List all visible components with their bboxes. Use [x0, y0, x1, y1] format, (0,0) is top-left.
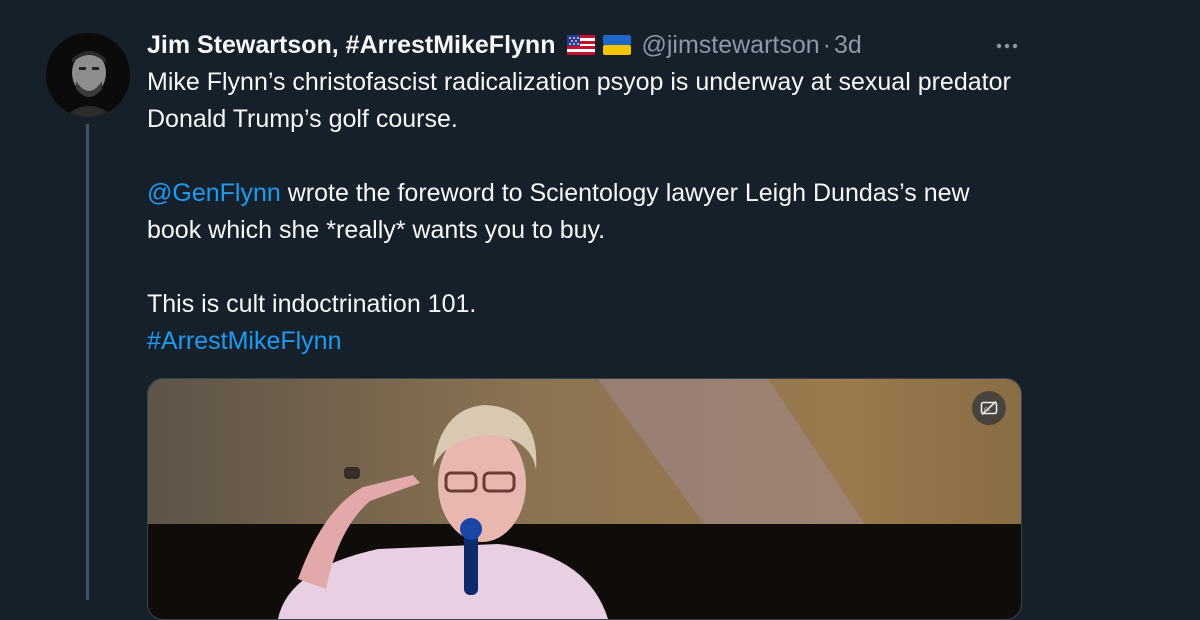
- avatar-image: [46, 33, 130, 117]
- author-handle[interactable]: @jimstewartson: [641, 28, 819, 62]
- closed-captions-off-icon: cc: [980, 400, 998, 416]
- captions-button[interactable]: cc: [972, 391, 1006, 425]
- us-flag-icon: [567, 35, 596, 55]
- author-name[interactable]: Jim Stewartson, #ArrestMikeFlynn: [147, 28, 555, 62]
- video-frame: [148, 379, 1021, 619]
- thread-line: [86, 124, 89, 600]
- author-flags: [567, 35, 632, 55]
- tweet-paragraph-3: This is cult indoctrination 101.: [147, 290, 477, 318]
- ukraine-flag-icon: [603, 35, 632, 55]
- tweet-paragraph-1: Mike Flynn’s christofascist radicalizati…: [147, 68, 1011, 133]
- more-options-button[interactable]: [994, 33, 1020, 59]
- tweet-text: Mike Flynn’s christofascist radicalizati…: [147, 64, 1027, 360]
- tweet-paragraph-2: @GenFlynn wrote the foreword to Scientol…: [147, 175, 1027, 249]
- avatar[interactable]: [46, 33, 130, 117]
- hashtag-link[interactable]: #ArrestMikeFlynn: [147, 327, 342, 355]
- separator-dot: ·: [822, 31, 831, 59]
- tweet-timestamp[interactable]: 3d: [834, 28, 862, 62]
- tweet: Jim Stewartson, #ArrestMikeFlynn @jimste…: [0, 0, 1200, 620]
- video-player[interactable]: [147, 378, 1022, 620]
- tweet-header: Jim Stewartson, #ArrestMikeFlynn @jimste…: [147, 28, 862, 62]
- more-icon: [996, 43, 1018, 49]
- mention-link[interactable]: @GenFlynn: [147, 179, 281, 207]
